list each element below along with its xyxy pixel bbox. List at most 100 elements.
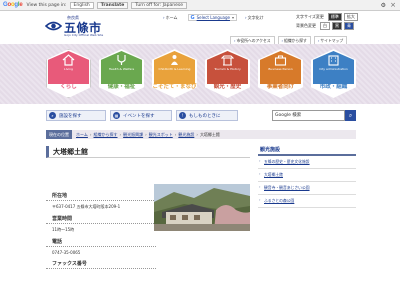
nav-item-city-admin[interactable]: City administration 市政・組織 xyxy=(311,49,356,98)
gear-icon[interactable]: ⚙ xyxy=(381,2,386,9)
header-link-mojibake[interactable]: 文字化け xyxy=(245,15,264,21)
nav-health-label: 健康・福祉 xyxy=(107,84,136,90)
search-icon: ⌕ xyxy=(348,111,353,119)
nav-living-label: くらし xyxy=(60,84,77,90)
city-english-name: Gojo City Official Web Site xyxy=(64,33,104,37)
main-navigation: Living くらし Health & Welfare 健康・福祉 Childb… xyxy=(0,44,400,104)
language-select[interactable]: English xyxy=(69,1,94,9)
google-g-icon: G xyxy=(190,14,195,21)
utility-toolbar: ⌕ 施設を探す ▦ イベントを探す ! もしものときに Google 検索 ⌕ xyxy=(0,104,400,126)
search-input[interactable]: Google 検索 xyxy=(272,110,345,121)
breadcrumb-link-facilities[interactable]: 観光施設 xyxy=(178,132,194,138)
nav-city-admin-en: City administration xyxy=(319,67,348,71)
nav-item-health[interactable]: Health & Welfare 健康・福祉 xyxy=(99,49,144,98)
font-size-large-button[interactable]: 拡大 xyxy=(343,13,358,21)
breadcrumb-current: 大塔郷土館 xyxy=(199,131,220,137)
detail-heading: 所在地 xyxy=(46,192,156,201)
breadcrumb-separator: › xyxy=(119,132,122,137)
breadcrumb-separator: › xyxy=(145,132,147,137)
sidebar: 観光施設 五條の歴史・歴史文化施設 大塔郷土館 観音寺・観音あじさい公園 ふるさ… xyxy=(258,146,356,208)
nav-childcare-en: Childbirth & Learning xyxy=(158,67,191,71)
emergency-label: もしものときに xyxy=(189,113,221,119)
breadcrumb-separator: › xyxy=(196,132,198,137)
house-icon xyxy=(62,54,75,66)
color-switcher: 背景色変更 白 黒 青 xyxy=(296,22,354,30)
google-translate-bar: Google View this page in: English Transl… xyxy=(0,0,400,11)
google-translate-widget[interactable]: G Select Language ▾ xyxy=(187,14,237,21)
header-link-home[interactable]: ホーム xyxy=(163,15,178,21)
nav-item-business[interactable]: Business Person 事業者向け xyxy=(258,49,303,98)
detail-value: 0747-35-0065 xyxy=(52,250,81,255)
nav-city-admin-label: 市政・組織 xyxy=(319,84,348,90)
search-placeholder: Google 検索 xyxy=(275,113,302,118)
detail-value: 11時～15時 xyxy=(52,227,75,232)
breadcrumb-link-tourism-dept[interactable]: 観光振興課 xyxy=(123,132,143,138)
breadcrumb-link-spots[interactable]: 観光スポット xyxy=(149,132,173,138)
stethoscope-icon xyxy=(117,55,126,65)
header-links: ホーム G Select Language ▾ 文字化け xyxy=(163,14,274,21)
child-icon xyxy=(171,55,178,65)
color-label: 背景色変更 xyxy=(296,23,316,28)
sidebar-heading: 観光施設 xyxy=(258,146,356,156)
breadcrumb-link-org[interactable]: 組織から探す xyxy=(94,132,118,138)
nav-business-en: Business Person xyxy=(268,67,293,71)
chevron-down-icon: ▾ xyxy=(231,15,234,20)
event-search-label: イベントを探す xyxy=(123,113,155,119)
building-icon xyxy=(328,55,339,66)
turn-off-button[interactable]: Turn off for: Japanese xyxy=(131,1,188,9)
sidebar-item-kannonji[interactable]: 観音寺・観音あじさい公園 xyxy=(258,182,356,195)
emergency-button[interactable]: ! もしものときに xyxy=(176,110,238,121)
search-button[interactable]: ⌕ xyxy=(345,110,356,121)
color-white-button[interactable]: 白 xyxy=(320,22,330,30)
close-icon[interactable]: × xyxy=(390,1,396,9)
temple-icon xyxy=(221,55,234,66)
breadcrumb-separator: › xyxy=(89,132,92,137)
facility-photo xyxy=(154,184,250,231)
facility-details: 所在地 〒637-0417 五條市大塔町阪本209-1 営業時間 11時～15時… xyxy=(46,192,156,274)
color-blue-button[interactable]: 青 xyxy=(344,22,354,30)
breadcrumb-here-label: 現在の位置 xyxy=(46,130,72,139)
detail-phone: 電話 0747-35-0065 xyxy=(46,238,156,255)
detail-value: 〒637-0417 五條市大塔町阪本209-1 xyxy=(52,204,121,209)
page-title: 大塔郷土館 xyxy=(46,146,250,158)
sidebar-item-otou-museum[interactable]: 大塔郷土館 xyxy=(258,169,356,182)
detail-address: 所在地 〒637-0417 五條市大塔町阪本209-1 xyxy=(46,192,156,210)
font-size-label: 文字サイズ変更 xyxy=(296,14,324,19)
facility-search-button[interactable]: ⌕ 施設を探す xyxy=(46,110,106,121)
color-black-button[interactable]: 黒 xyxy=(332,22,342,30)
facility-search-label: 施設を探す xyxy=(59,113,82,119)
select-language-link[interactable]: Select Language xyxy=(197,15,230,20)
google-logo: Google xyxy=(3,2,23,8)
site-header: 奈良県 五條市 Gojo City Official Web Site ホーム … xyxy=(0,11,400,46)
detail-hours: 営業時間 11時～15時 xyxy=(46,215,156,233)
breadcrumb: 現在の位置 ホーム › 組織から探す › 観光振興課 › 観光スポット › 観光施設 › … xyxy=(46,130,356,139)
briefcase-icon xyxy=(274,55,287,66)
sidebar-item-furusato-forest[interactable]: ふるさとの森公園 xyxy=(258,195,356,208)
breadcrumb-link-home[interactable]: ホーム xyxy=(76,132,88,138)
nav-tourism-label: 観光・歴史 xyxy=(213,84,242,90)
nav-item-living[interactable]: Living くらし xyxy=(46,49,91,98)
event-search-button[interactable]: ▦ イベントを探す xyxy=(110,110,172,121)
search-icon: ⌕ xyxy=(49,112,56,119)
breadcrumb-separator: › xyxy=(174,132,177,137)
nav-item-childcare[interactable]: Childbirth & Learning こそだて・まなび xyxy=(152,49,197,98)
detail-fax: ファックス番号 xyxy=(46,260,156,269)
translate-button[interactable]: Translate xyxy=(96,1,129,9)
sidebar-item-history[interactable]: 五條の歴史・歴史文化施設 xyxy=(258,156,356,169)
font-size-switcher: 文字サイズ変更 標準 拡大 xyxy=(296,13,358,21)
nav-living-en: Living xyxy=(64,67,73,71)
main-content: 大塔郷土館 所在地 〒637-0417 五條市大塔町阪本209-1 営業時間 1… xyxy=(46,146,250,300)
nav-health-en: Health & Welfare xyxy=(108,67,135,71)
nav-item-tourism[interactable]: Tourism & History 観光・歴史 xyxy=(205,49,250,98)
nav-business-label: 事業者向け xyxy=(266,84,295,90)
city-emblem-icon xyxy=(45,21,62,31)
alert-icon: ! xyxy=(179,112,186,119)
font-size-standard-button[interactable]: 標準 xyxy=(327,13,342,21)
detail-heading: ファックス番号 xyxy=(46,260,156,269)
detail-heading: 営業時間 xyxy=(46,215,156,224)
translate-prompt: View this page in: xyxy=(26,2,67,8)
detail-heading: 電話 xyxy=(46,238,156,247)
nav-childcare-label: こそだて・まなび xyxy=(152,84,197,90)
calendar-icon: ▦ xyxy=(113,112,120,119)
nav-tourism-en: Tourism & History xyxy=(214,67,241,71)
